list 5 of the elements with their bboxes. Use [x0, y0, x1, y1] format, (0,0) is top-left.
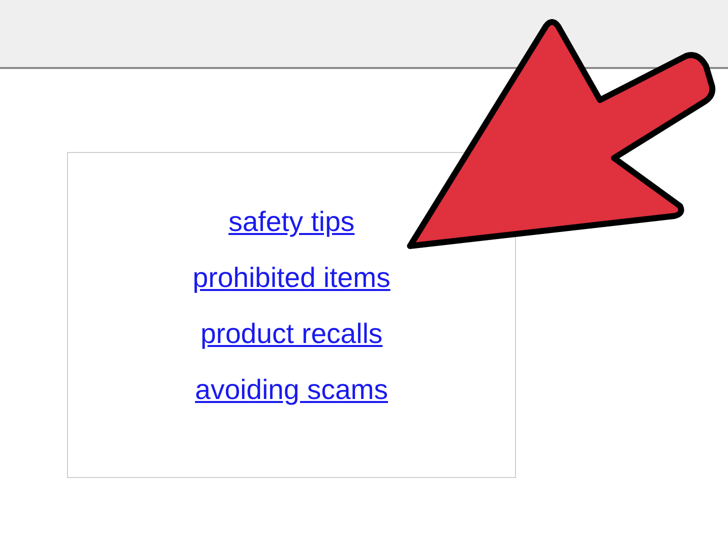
- link[interactable]: product recalls: [200, 315, 383, 353]
- link[interactable]: prohibited items: [192, 259, 390, 297]
- link[interactable]: avoiding scams: [195, 371, 388, 409]
- link[interactable]: safety tips: [228, 203, 355, 241]
- arrow-icon: [407, 19, 716, 249]
